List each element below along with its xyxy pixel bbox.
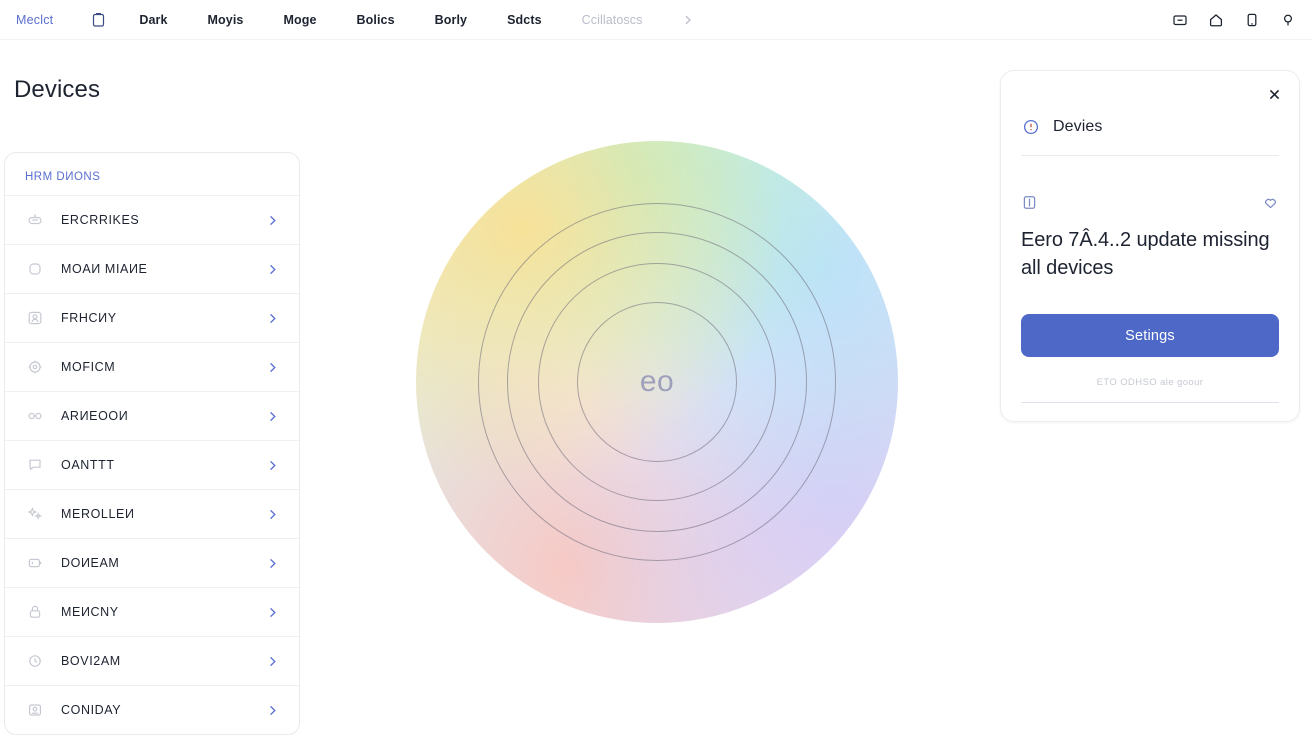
device-visual: eo [416,141,898,623]
nav-item-2[interactable]: Moyis [208,13,244,27]
chevron-right-icon[interactable] [266,410,279,423]
card-footer-rule [1021,402,1279,404]
search-icon[interactable] [1280,12,1296,28]
battery-icon [25,553,45,573]
card-headline: Eero 7Â.4..2 update missing all devices [1021,229,1270,279]
close-icon[interactable] [1263,83,1285,105]
list-item[interactable]: ARИEOOИ [5,391,299,440]
devices-list-card: HRM DИONS ERCRRIKES MOAИ MIAИE FRHCИY MO… [4,152,300,735]
chevron-right-icon[interactable] [266,704,279,717]
book-icon[interactable] [1021,194,1038,211]
chevron-right-icon[interactable] [266,655,279,668]
robot-icon [25,210,45,230]
list-card-header: HRM DИONS [25,171,101,183]
list-item-label: CONIDAY [61,703,122,717]
list-item-label: OANTTT [61,458,115,472]
list-item[interactable]: OANTTT [5,440,299,489]
window-minimize-icon[interactable] [1172,12,1188,28]
nav-item-4[interactable]: Bolics [357,13,395,27]
chevron-right-icon[interactable] [266,459,279,472]
heart-icon[interactable] [1262,194,1279,211]
list-item-label: DOИEAM [61,556,120,570]
card-title: Devies [1053,118,1103,135]
nav-item-5[interactable]: Borly [435,13,467,27]
tablet-icon[interactable] [1244,12,1260,28]
list-item[interactable]: MEИCNY [5,587,299,636]
notification-card: Devies Eero 7Â.4..2 update missing all d… [1000,70,1300,423]
chevron-right-icon[interactable] [266,508,279,521]
list-item-label: ERCRRIKES [61,213,140,227]
list-item-label: MOAИ MIAИE [61,262,148,276]
list-item[interactable]: MEROLLEИ [5,489,299,538]
chevron-right-icon[interactable] [682,14,694,26]
nav-item-7[interactable]: Ccillatoscs [582,13,643,27]
list-item[interactable]: CONIDAY [5,685,299,734]
chevron-right-icon[interactable] [266,214,279,227]
nav-item-6[interactable]: Sdcts [507,13,542,27]
list-item[interactable]: BOVI2AM [5,636,299,685]
clipboard-icon[interactable] [87,9,109,31]
glasses-icon [25,406,45,426]
list-item-label: MEROLLEИ [61,507,135,521]
cloud-alert-icon [1021,117,1041,137]
list-item[interactable]: FRHCИY [5,293,299,342]
list-item-label: MOFICM [61,360,116,374]
nav-items: Dark Moyis Mogе Bolics Borly Sdcts Ccill… [139,13,694,27]
settings-button[interactable]: Setings [1021,314,1279,358]
list-item-label: FRHCИY [61,311,117,325]
chevron-right-icon[interactable] [266,263,279,276]
card-action-icons [1021,194,1279,211]
card-footnote: ЕTO ODHSO ale goour [1096,377,1204,389]
chevron-right-icon[interactable] [266,361,279,374]
nav-right-icons [1172,0,1296,39]
page-title: Devices [14,76,101,103]
target-icon [25,357,45,377]
chevron-right-icon[interactable] [266,312,279,325]
person-badge-icon [25,308,45,328]
lock-icon [25,602,45,622]
nav-item-1[interactable]: Dark [139,13,167,27]
list-item[interactable]: ERCRRIKES [5,195,299,244]
chat-bubble-icon [25,455,45,475]
hero-center-label: eo [639,365,675,398]
nav-brand[interactable]: Meclct [16,13,53,27]
stamp-icon [25,700,45,720]
chevron-right-icon[interactable] [266,606,279,619]
list-item-label: MEИCNY [61,605,119,619]
nav-item-3[interactable]: Mogе [283,13,316,27]
clock-icon [25,651,45,671]
list-item[interactable]: MOFICM [5,342,299,391]
top-navigation-bar: Meclct Dark Moyis Mogе Bolics Borly Sdct… [0,0,1312,40]
rounded-square-icon [25,259,45,279]
list-item-label: ARИEOOИ [61,409,129,423]
card-header: Devies [1021,117,1279,137]
list-item[interactable]: MOAИ MIAИE [5,244,299,293]
sparkle-icon [25,504,45,524]
list-item-label: BOVI2AM [61,654,121,668]
card-divider [1021,155,1279,156]
home-icon[interactable] [1208,12,1224,28]
chevron-right-icon[interactable] [266,557,279,570]
list-item[interactable]: DOИEAM [5,538,299,587]
